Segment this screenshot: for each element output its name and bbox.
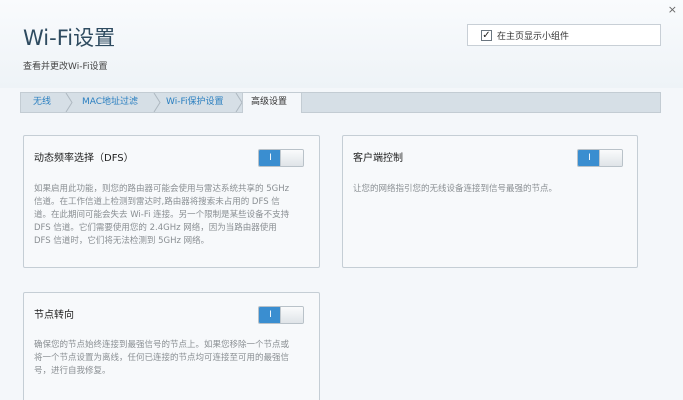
page-subtitle: 查看并更改Wi-Fi设置 [23, 62, 108, 72]
tab-mac-filter[interactable]: MAC地址过滤 [74, 93, 162, 112]
tabs-bar: 无线 MAC地址过滤 Wi-Fi保护设置 高级设置 [20, 92, 661, 113]
node-steering-card: 节点转向 I 确保您的节点始终连接到最强信号的节点上。如果您移除一个节点或 将一… [23, 292, 320, 400]
toggle-on-indicator: I [259, 150, 282, 166]
close-icon[interactable]: × [668, 3, 677, 16]
dfs-description: 如果启用此功能，则您的路由器可能会使用与雷达系统共享的 5GHz 信道。在工作信… [34, 183, 289, 248]
desc-line: 让您的网络指引您的无线设备连接到信号最强的节点。 [353, 184, 558, 194]
desc-line: DFS 信道。它们需要使用您的 2.4GHz 网络，因为当路由器使用 [34, 223, 277, 233]
desc-line: 道。在此期间可能会失去 Wi-Fi 连接。另一个限制是某些设备不支持 [34, 210, 290, 220]
client-steering-card: 客户端控制 I 让您的网络指引您的无线设备连接到信号最强的节点。 [342, 135, 638, 268]
desc-line: 如果启用此功能，则您的路由器可能会使用与雷达系统共享的 5GHz [34, 184, 290, 194]
tab-separator [65, 93, 73, 112]
toggle-on-indicator: I [259, 307, 282, 323]
node-steering-description: 确保您的节点始终连接到最强信号的节点上。如果您移除一个节点或 将一个节点设置为离… [34, 339, 289, 378]
desc-line: 号，进行自我修复。 [34, 366, 111, 376]
node-steering-title: 节点转向 [34, 310, 74, 321]
desc-line: 确保您的节点始终连接到最强信号的节点上。如果您移除一个节点或 [34, 340, 290, 350]
toggle-on-indicator: I [578, 150, 601, 166]
node-steering-toggle[interactable]: I [258, 306, 304, 324]
page-title: Wi-Fi设置 [23, 26, 116, 50]
tab-wps[interactable]: Wi-Fi保护设置 [158, 93, 246, 112]
toggle-knob [280, 307, 303, 323]
show-widget-option[interactable]: ✓ 在主页显示小组件 [467, 24, 661, 46]
desc-line: DFS 信道时，它们将无法检测到 5GHz 网络。 [34, 236, 210, 246]
dfs-title: 动态频率选择（DFS） [34, 153, 134, 164]
toggle-knob [599, 150, 622, 166]
toggle-knob [280, 150, 303, 166]
dfs-toggle[interactable]: I [258, 149, 304, 167]
tab-advanced[interactable]: 高级设置 [242, 93, 302, 113]
dfs-card: 动态频率选择（DFS） I 如果启用此功能，则您的路由器可能会使用与雷达系统共享… [23, 135, 320, 268]
wifi-settings-window: Wi-Fi设置 查看并更改Wi-Fi设置 × ✓ 在主页显示小组件 无线 MAC… [0, 0, 683, 400]
client-steering-toggle[interactable]: I [577, 149, 623, 167]
show-widget-label: 在主页显示小组件 [497, 31, 570, 42]
desc-line: 将一个节点设置为离线，任何已连接的节点均可连接至可用的最强信 [34, 353, 290, 363]
client-steering-title: 客户端控制 [353, 153, 403, 164]
client-steering-description: 让您的网络指引您的无线设备连接到信号最强的节点。 [353, 183, 557, 196]
header: Wi-Fi设置 查看并更改Wi-Fi设置 × ✓ 在主页显示小组件 [0, 0, 683, 88]
desc-line: 信道。在工作信道上检测到雷达时,路由器将搜索未占用的 DFS 信 [34, 197, 280, 207]
show-widget-checkbox[interactable]: ✓ [481, 29, 492, 41]
